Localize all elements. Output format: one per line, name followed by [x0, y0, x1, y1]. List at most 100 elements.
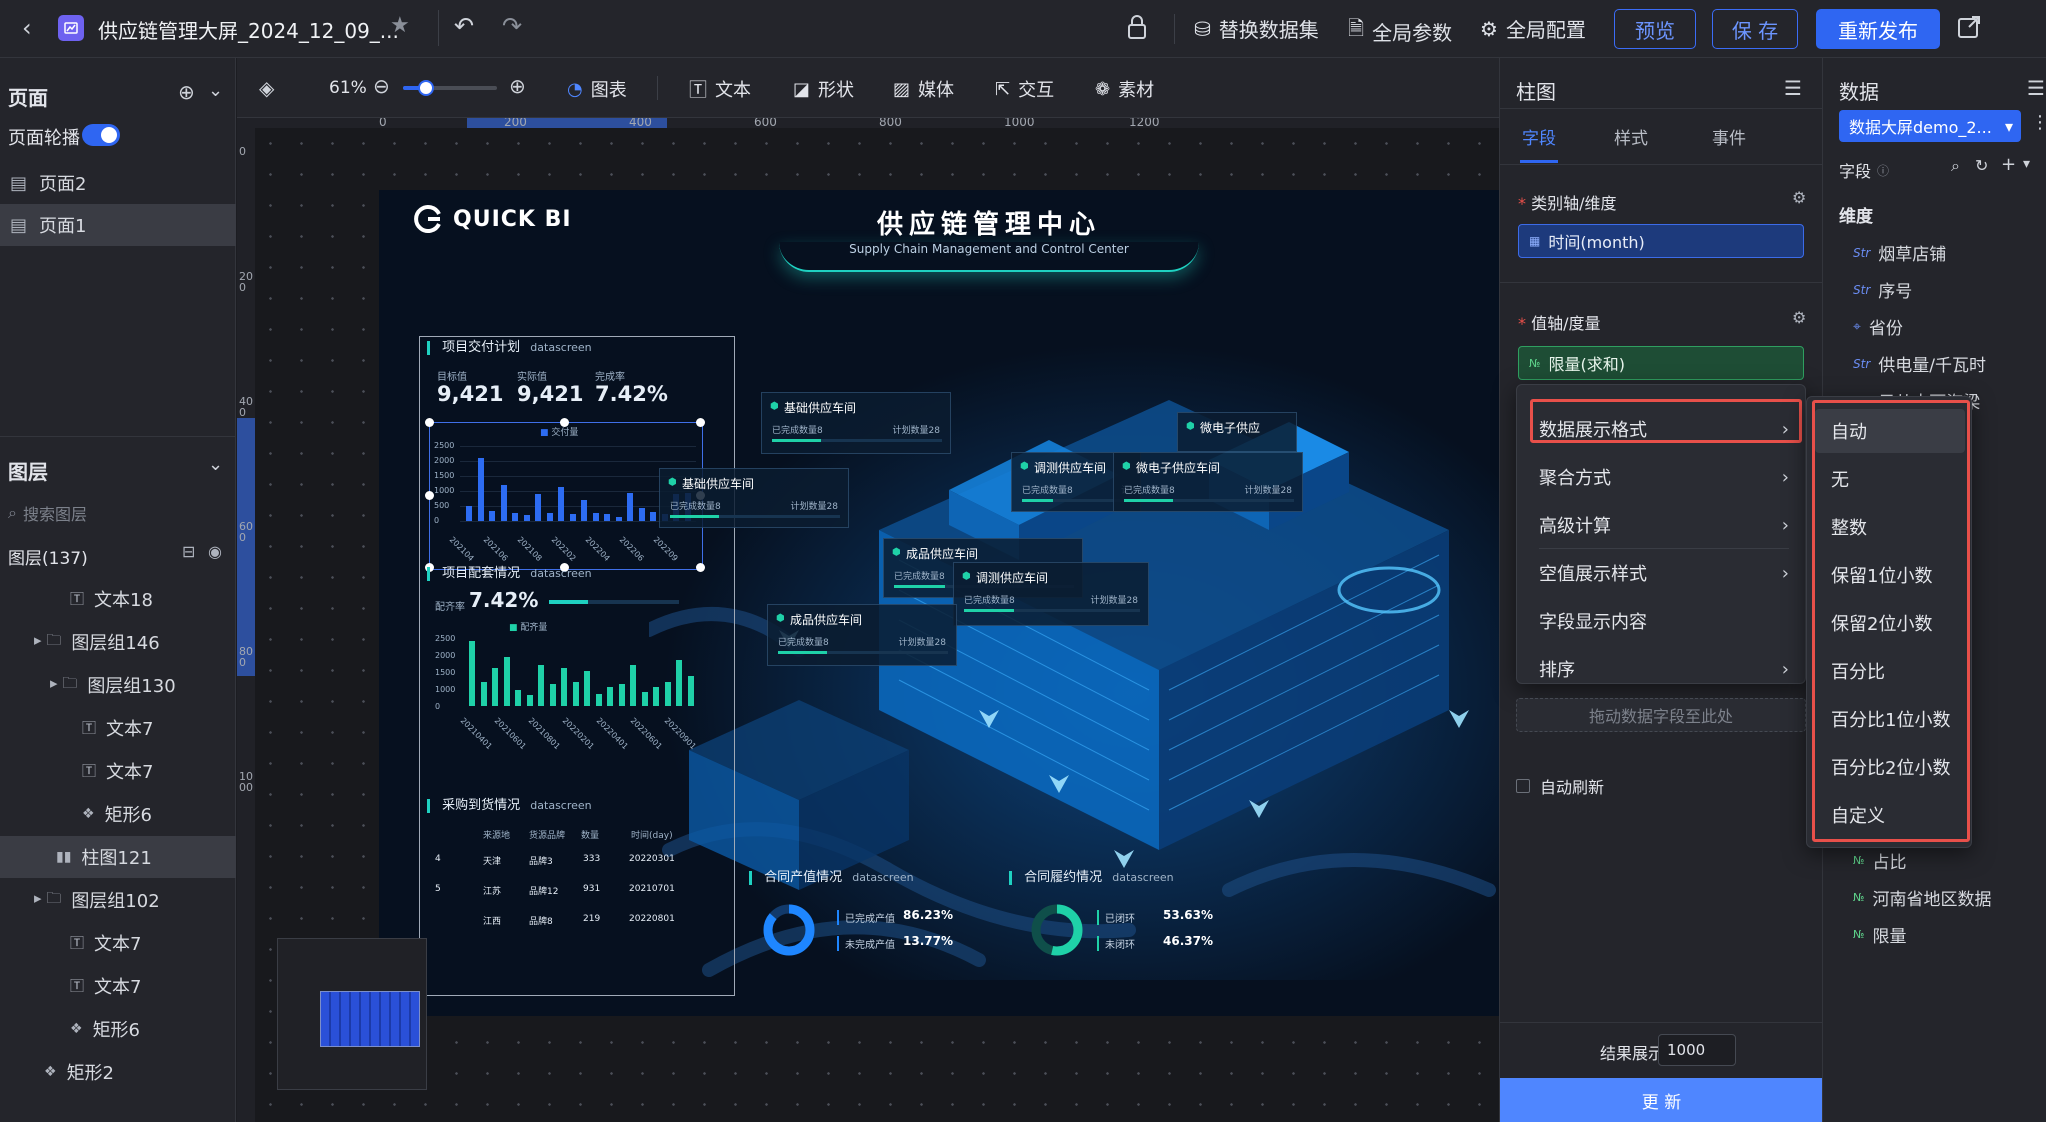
preview-button[interactable]: 预览 — [1614, 9, 1696, 49]
save-button[interactable]: 保 存 — [1712, 9, 1798, 49]
tab-events[interactable]: 事件 — [1712, 124, 1746, 149]
page-label: 页面2 — [39, 174, 87, 195]
zoom-slider-handle[interactable] — [418, 80, 434, 96]
open-external-icon[interactable] — [1956, 14, 1982, 44]
tab-fields[interactable]: 字段 — [1522, 124, 1556, 149]
dimension-field[interactable]: Str 供电量/千瓦时 — [1853, 351, 1986, 376]
page-icon: ▤ — [10, 214, 28, 236]
canvas-area[interactable]: QUICK BI 供应链管理中心 Supply Chain Management… — [237, 118, 1499, 1122]
chart2-ytick: 1500 — [435, 668, 456, 677]
workshop-card[interactable]: ⬢ 微电子供应 — [1177, 412, 1297, 452]
layer-row[interactable]: 🅃 文本7 — [0, 922, 236, 964]
layers-stack-icon[interactable]: ◈ — [259, 76, 274, 100]
chevron-down-icon[interactable]: ⌄ — [208, 454, 223, 475]
layer-row[interactable]: ▸ 🗀 图层组102 — [0, 879, 236, 921]
layer-row[interactable]: ❖ 矩形6 — [0, 793, 236, 835]
auto-refresh-checkbox[interactable] — [1516, 779, 1530, 793]
layer-row[interactable]: 🅃 文本7 — [0, 750, 236, 792]
layer-row[interactable]: ❖ 矩形6 — [0, 1008, 236, 1050]
menu-item[interactable]: 聚合方式 › — [1517, 453, 1805, 501]
refresh-icon[interactable]: ↻ — [1975, 156, 1988, 175]
workshop-card[interactable]: ⬢ 调测供应车间 已完成数量8 计划数量28 — [953, 562, 1149, 626]
chart-tool[interactable]: ◔ 图表 — [567, 76, 627, 102]
workshop-card[interactable]: ⬢ 基础供应车间 已完成数量8 计划数量28 — [659, 468, 849, 528]
add-page-icon[interactable]: ⊕ — [178, 80, 195, 104]
workshop-card[interactable]: ⬢ 基础供应车间 已完成数量8 计划数量28 — [761, 392, 951, 454]
lock-icon[interactable] — [1126, 14, 1148, 46]
search-icon[interactable]: ⌕ — [1951, 156, 1960, 176]
layer-row[interactable]: ▸ 🗀 图层组130 — [0, 664, 236, 706]
interaction-tool[interactable]: ⇱ 交互 — [995, 76, 1054, 102]
menu-item[interactable]: 空值展示样式 › — [1517, 549, 1805, 597]
chevron-down-icon[interactable]: ⌄ — [208, 80, 223, 101]
drop-zone[interactable]: 拖动数据字段至此处 — [1516, 698, 1806, 732]
layer-row[interactable]: 🅃 文本18 — [0, 578, 236, 620]
replace-dataset-button[interactable]: ⛁ 替换数据集 — [1194, 14, 1319, 43]
zoom-out-icon[interactable]: ⊖ — [373, 74, 390, 98]
dimension-field-chip[interactable]: ▦ 时间(month) — [1518, 224, 1804, 258]
material-tool[interactable]: ❁ 素材 — [1095, 76, 1154, 102]
update-button[interactable]: 更 新 — [1500, 1078, 1823, 1122]
menu-item[interactable]: 高级计算 › — [1517, 501, 1805, 549]
measure-field[interactable]: № 限量 — [1853, 922, 1906, 947]
auto-refresh[interactable]: 自动刷新 — [1516, 774, 1604, 798]
tab-style[interactable]: 样式 — [1614, 124, 1648, 149]
page-item-page2[interactable]: ▤ 页面2 — [0, 162, 236, 204]
menu-item[interactable]: 字段显示内容 — [1517, 597, 1805, 645]
measure-field[interactable]: № 河南省地区数据 — [1853, 885, 1991, 910]
zoom-slider[interactable] — [403, 80, 497, 96]
measure-settings-icon[interactable]: ⚙ — [1792, 308, 1806, 327]
workshop-card[interactable]: ⬢ 微电子供应车间 已完成数量8 计划数量28 — [1113, 452, 1303, 512]
layer-search-input[interactable]: 搜索图层 — [23, 501, 87, 525]
table-header: 货源品牌 — [529, 831, 566, 841]
shape-tool[interactable]: ◪ 形状 — [793, 76, 854, 102]
text-tool[interactable]: 🅃 文本 — [689, 76, 751, 102]
carousel-toggle[interactable] — [82, 124, 120, 146]
layer-row[interactable]: 🅃 文本7 — [0, 965, 236, 1007]
dataset-select[interactable]: 数据大屏demo_2... ▾ — [1839, 110, 2021, 142]
dimension-field[interactable]: Str 烟草店铺 — [1853, 240, 1946, 265]
minimap-viewport[interactable] — [320, 991, 420, 1047]
undo-icon[interactable]: ↶ — [454, 12, 474, 40]
menu-item[interactable]: 排序 › — [1517, 645, 1805, 693]
more-icon[interactable]: ⋮ — [2031, 112, 2046, 133]
workshop-card[interactable]: ⬢ 成品供应车间 已完成数量8 计划数量28 — [767, 604, 957, 666]
measure-field[interactable]: № 占比 — [1853, 848, 1906, 873]
result-count-input[interactable]: 1000 — [1658, 1034, 1736, 1066]
eye-icon[interactable]: ◉ — [208, 542, 222, 561]
layer-row[interactable]: 🅃 文本7 — [0, 707, 236, 749]
chart2-bar — [664, 681, 671, 706]
republish-button[interactable]: 重新发布 — [1816, 9, 1940, 49]
caret-down-icon[interactable]: ▾ — [2023, 156, 2030, 172]
back-icon[interactable]: ‹ — [22, 14, 32, 42]
dimension-field[interactable]: Str 序号 — [1853, 277, 1912, 302]
layer-row[interactable]: ▸ 🗀 图层组146 — [0, 621, 236, 663]
zoom-in-icon[interactable]: ⊕ — [509, 74, 526, 98]
dashboard-preview[interactable]: QUICK BI 供应链管理中心 Supply Chain Management… — [379, 190, 1499, 1016]
workshop-progress — [670, 515, 840, 518]
layer-search[interactable]: ⌕ 搜索图层 — [8, 498, 224, 528]
contract1-title: 合同产值情况 datascreen — [749, 866, 914, 885]
media-tool[interactable]: ▨ 媒体 — [893, 76, 954, 102]
panel-title-text: 项目配套情况 — [442, 566, 521, 581]
gridline — [460, 461, 696, 462]
add-icon[interactable]: + — [2001, 154, 2016, 175]
measure-field-chip[interactable]: № 限量(求和) — [1518, 346, 1804, 380]
minimap[interactable] — [277, 938, 427, 1090]
dimension-settings-icon[interactable]: ⚙ — [1792, 188, 1806, 207]
collapse-all-icon[interactable]: ⊟ — [182, 542, 195, 561]
bar-chart-2[interactable]: 2500 2000 1500 1000 0 20210401 20210601 2021080… — [429, 634, 703, 764]
layer-row[interactable]: ❖ 矩形2 — [0, 1051, 236, 1093]
chart1-bar — [650, 511, 656, 521]
collapse-panel-icon[interactable]: ☰ — [2027, 76, 2045, 100]
panel2-title: 项目配套情况 datascreen — [427, 562, 592, 581]
chart1-ytick: 1000 — [434, 486, 455, 495]
global-params-button[interactable]: 🗎 全局参数 — [1348, 14, 1452, 48]
collapse-panel-icon[interactable]: ☰ — [1784, 76, 1802, 100]
redo-icon[interactable]: ↷ — [502, 12, 522, 40]
star-icon[interactable]: ★ — [390, 13, 410, 38]
global-config-button[interactable]: ⚙ 全局配置 — [1480, 14, 1586, 43]
layer-row[interactable]: ▮▮ 柱图121 — [0, 836, 236, 878]
dimension-field[interactable]: ⌖ 省份 — [1853, 314, 1903, 340]
page-item-page1[interactable]: ▤ 页面1 — [0, 204, 236, 246]
